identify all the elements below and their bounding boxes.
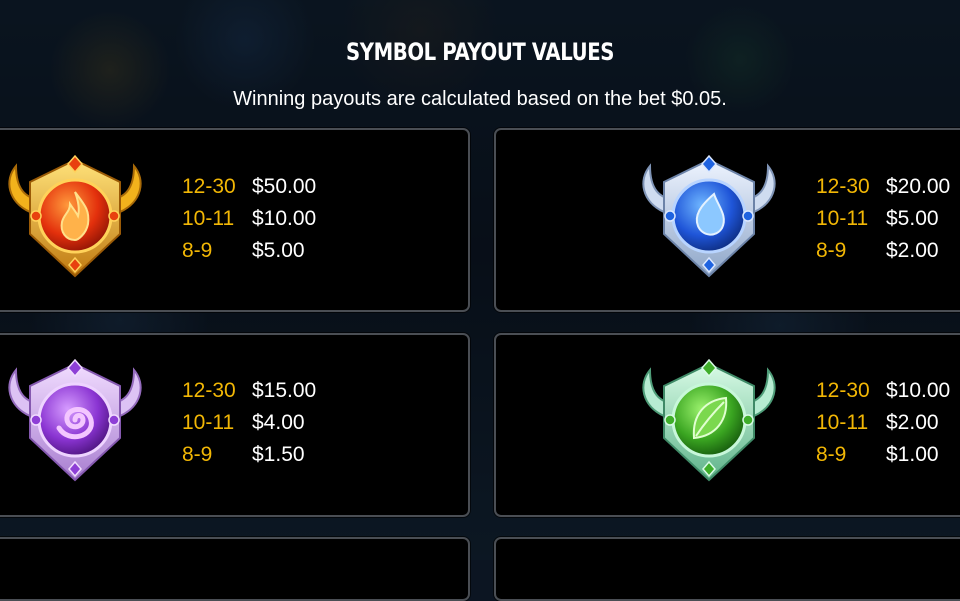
payout-row: 12-30 $10.00: [816, 375, 950, 407]
symbol-count-range: 10-11: [816, 411, 869, 434]
payout-row: 10-11 $2.00: [816, 407, 950, 439]
water-symbol-icon: [636, 154, 782, 282]
leaf-symbol-icon: [636, 358, 782, 486]
payout-amount: $15.00: [252, 379, 317, 402]
payout-amount: $10.00: [252, 207, 317, 230]
payout-amount: $4.00: [252, 411, 305, 434]
symbol-count-range: 10-11: [816, 207, 869, 230]
payout-table-spiral: 12-30 $15.00 10-11 $4.00 8-9 $1.50: [182, 375, 316, 471]
symbol-count-range: 12-30: [182, 379, 236, 402]
fire-symbol-icon: [2, 154, 148, 282]
symbol-count-range: 12-30: [182, 175, 236, 198]
payout-amount: $2.00: [886, 239, 939, 262]
payout-row: 8-9 $2.00: [816, 235, 950, 267]
payout-amount: $1.50: [252, 443, 305, 466]
payout-amount: $5.00: [252, 239, 305, 262]
bet-info-text: Winning payouts are calculated based on …: [233, 88, 727, 110]
payout-amount: $5.00: [886, 207, 939, 230]
payout-row: 12-30 $15.00: [182, 375, 316, 407]
payout-row: 12-30 $20.00: [816, 171, 950, 203]
payout-table-water: 12-30 $20.00 10-11 $5.00 8-9 $2.00: [816, 171, 950, 267]
payout-row: 8-9 $1.50: [182, 439, 316, 471]
payout-amount: $50.00: [252, 175, 317, 198]
payout-row: 10-11 $5.00: [816, 203, 950, 235]
payout-row: 8-9 $1.00: [816, 439, 950, 471]
payout-row: 10-11 $4.00: [182, 407, 316, 439]
payout-table-leaf: 12-30 $10.00 10-11 $2.00 8-9 $1.00: [816, 375, 950, 471]
symbol-count-range: 12-30: [816, 175, 870, 198]
symbol-count-range: 12-30: [816, 379, 870, 402]
symbol-count-range: 8-9: [182, 443, 213, 466]
symbol-count-range: 8-9: [816, 443, 847, 466]
payout-amount: $10.00: [886, 379, 951, 402]
payout-amount: $2.00: [886, 411, 939, 434]
payout-row: 12-30 $50.00: [182, 171, 316, 203]
payout-amount: $1.00: [886, 443, 939, 466]
payout-amount: $20.00: [886, 175, 951, 198]
page-title: SYMBOL PAYOUT VALUES: [345, 38, 614, 66]
symbol-count-range: 10-11: [182, 411, 235, 434]
symbol-count-range: 8-9: [182, 239, 213, 262]
spiral-symbol-icon: [2, 358, 148, 486]
payout-row: 10-11 $10.00: [182, 203, 316, 235]
payout-row: 8-9 $5.00: [182, 235, 316, 267]
symbol-count-range: 10-11: [182, 207, 235, 230]
payout-card-partial-right: [494, 537, 960, 601]
payout-table-fire: 12-30 $50.00 10-11 $10.00 8-9 $5.00: [182, 171, 316, 267]
symbol-count-range: 8-9: [816, 239, 847, 262]
payout-card-partial-left: [0, 537, 470, 601]
